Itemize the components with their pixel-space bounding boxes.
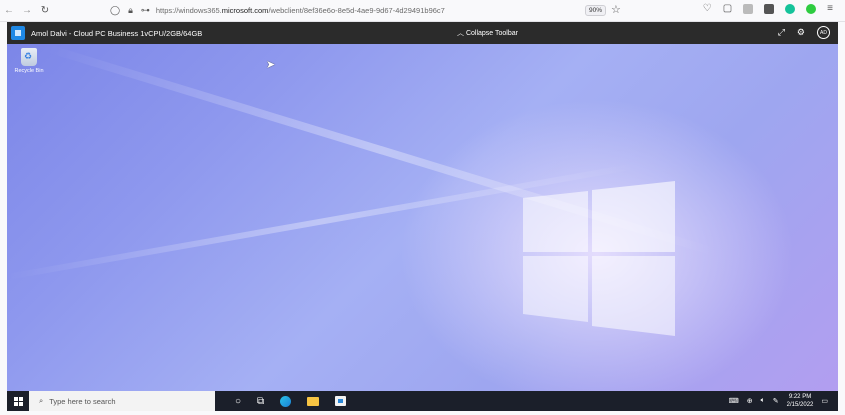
- taskbar: ⌕ Type here to search ○ ⧉ ⌨ ⊕ 🔈︎ ✎ 9:22 …: [7, 391, 838, 411]
- fullscreen-icon[interactable]: ⤢: [778, 27, 785, 38]
- url-prefix: https://windows365.: [155, 6, 222, 15]
- url-path: /webclient/8ef36e6o-8e5d-4ae9-9d67-4d294…: [268, 6, 445, 15]
- collapse-label: Collapse Toolbar: [465, 30, 518, 37]
- clock[interactable]: 9:22 PM 2/15/2022: [787, 393, 814, 409]
- gear-icon[interactable]: ⚙: [797, 27, 805, 38]
- remote-desktop[interactable]: Recycle Bin ➤: [7, 44, 838, 391]
- browser-toolbar: ← → ↻ ◯ 🔒︎ ⊶ https://windows365.microsof…: [0, 0, 845, 22]
- extension-icon[interactable]: [743, 3, 754, 14]
- session-toolbar: Amol Dalvi - Cloud PC Business 1vCPU/2GB…: [7, 22, 838, 44]
- mouse-cursor-icon: ➤: [266, 59, 276, 71]
- menu-icon[interactable]: ≡: [827, 3, 833, 14]
- task-view-icon[interactable]: ⧉: [257, 396, 264, 407]
- cortana-icon[interactable]: ○: [235, 396, 241, 407]
- chevron-up-icon: ︿: [457, 30, 464, 37]
- pen-icon[interactable]: ✎: [773, 397, 779, 405]
- recycle-bin-label: Recycle Bin: [14, 68, 44, 74]
- windows-logo-icon: [523, 181, 675, 336]
- notification-icon[interactable]: ▭: [821, 397, 828, 405]
- recycle-bin[interactable]: Recycle Bin: [11, 48, 47, 74]
- start-button[interactable]: [7, 396, 29, 406]
- shield-icon[interactable]: ◯: [110, 5, 120, 16]
- bookmark-star-icon[interactable]: ☆: [611, 3, 621, 16]
- volume-icon[interactable]: 🔈︎: [761, 397, 765, 405]
- address-bar[interactable]: https://windows365.microsoft.com/webclie…: [156, 6, 445, 15]
- recycle-bin-icon: [21, 48, 37, 66]
- windows-start-icon: [13, 396, 23, 406]
- file-explorer-icon[interactable]: [307, 396, 320, 406]
- back-icon[interactable]: ←: [0, 5, 18, 16]
- store-icon[interactable]: [335, 396, 347, 406]
- windows365-logo-icon: [11, 26, 25, 40]
- search-icon: ⌕: [39, 396, 44, 405]
- pocket-icon[interactable]: ♡: [703, 3, 712, 14]
- zoom-badge[interactable]: 90%: [585, 5, 607, 16]
- reload-icon[interactable]: ↻: [36, 5, 54, 16]
- green-extension-icon[interactable]: [806, 3, 817, 14]
- search-placeholder: Type here to search: [49, 396, 116, 406]
- clock-date: 2/15/2022: [786, 402, 814, 408]
- lock-icon[interactable]: 🔒︎: [128, 5, 133, 16]
- collapse-toolbar-button[interactable]: ︿ Collapse Toolbar: [457, 28, 518, 38]
- keyboard-icon[interactable]: ⌨: [729, 397, 739, 405]
- edge-icon[interactable]: [280, 395, 292, 407]
- edit-extension-icon[interactable]: [764, 3, 775, 14]
- taskbar-search-box[interactable]: ⌕ Type here to search: [29, 391, 215, 411]
- key-icon[interactable]: ⊶: [141, 5, 150, 16]
- url-domain: microsoft.com: [221, 6, 269, 15]
- reader-icon[interactable]: ▢: [723, 3, 732, 14]
- clock-time: 9:22 PM: [788, 394, 812, 400]
- session-title: Amol Dalvi - Cloud PC Business 1vCPU/2GB…: [31, 28, 203, 38]
- forward-icon[interactable]: →: [18, 5, 36, 16]
- avatar[interactable]: AD: [817, 26, 830, 39]
- grammarly-icon[interactable]: [785, 3, 796, 14]
- network-icon[interactable]: ⊕: [747, 397, 753, 405]
